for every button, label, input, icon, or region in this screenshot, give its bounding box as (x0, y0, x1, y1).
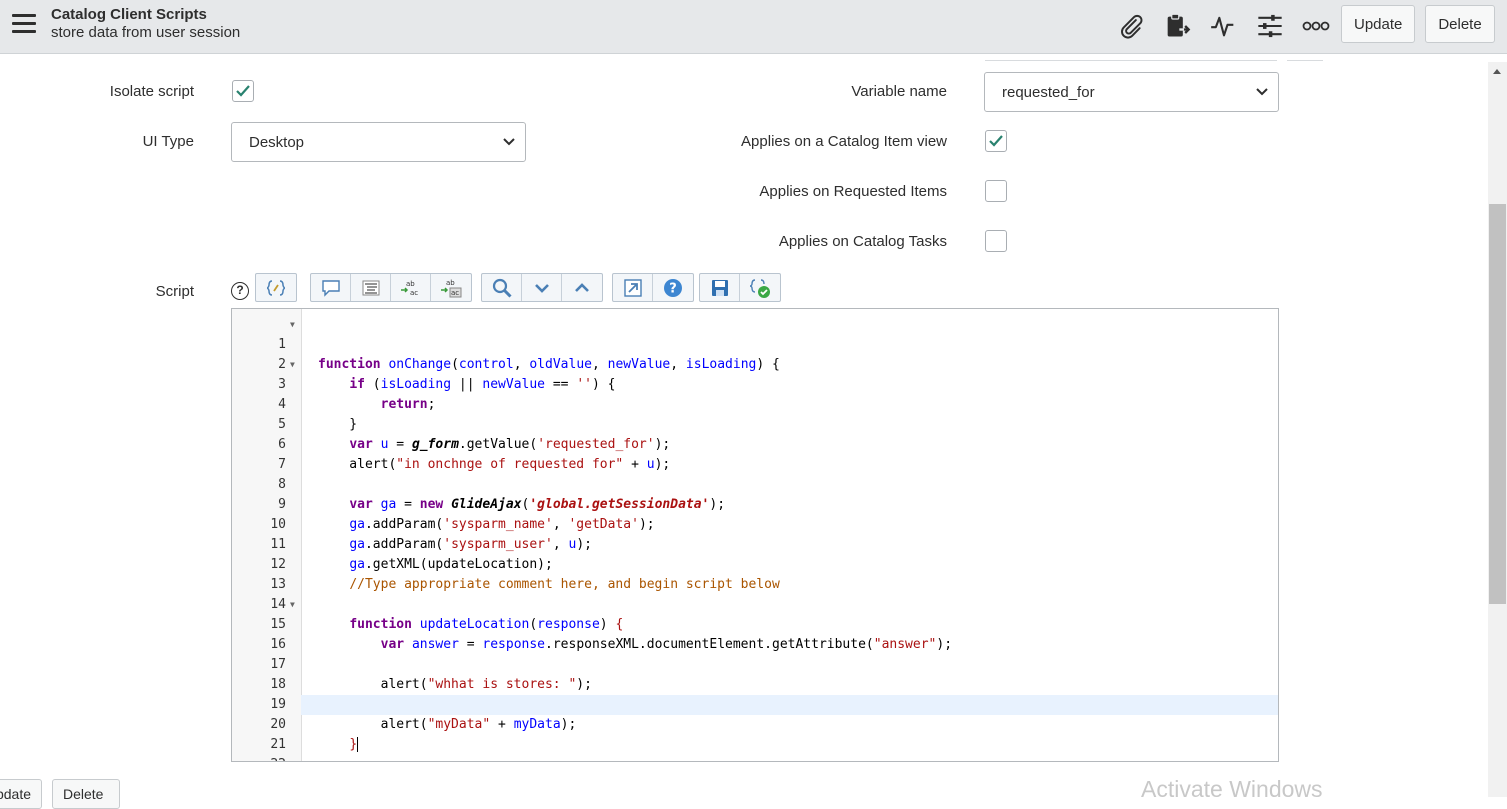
settings-sliders-icon[interactable] (1255, 11, 1285, 41)
code-line: 16 (232, 615, 1278, 652)
code-line: 6 alert("in onchnge of requested for" + … (232, 415, 1278, 472)
toolbar-group-view: ? (612, 273, 694, 302)
search-icon[interactable] (482, 274, 522, 301)
chevron-down-icon (503, 138, 515, 146)
code-line: 20 } (232, 695, 1278, 752)
svg-text:ac: ac (451, 289, 459, 297)
applies-requested-items-checkbox[interactable] (985, 180, 1007, 202)
form-header: Catalog Client Scripts store data from u… (0, 0, 1507, 54)
svg-text:?: ? (669, 281, 677, 296)
code-line: 21 (232, 715, 1278, 752)
variable-name-value: requested_for (1002, 84, 1095, 101)
code-line: 4 } (232, 375, 1278, 432)
help-icon[interactable]: ? (653, 274, 693, 301)
toolbar-group-syntax (255, 273, 297, 302)
code-line: 13 (232, 555, 1278, 592)
code-line: 7 (232, 435, 1278, 472)
code-line: 15 var answer = response.responseXML.doc… (232, 595, 1278, 652)
toolbar-group-save (699, 273, 781, 302)
script-editor[interactable]: 1 ▼ function onChange(control, oldValue, … (231, 308, 1279, 762)
replace-icon[interactable]: ab ac (391, 274, 431, 301)
clipboard-export-icon[interactable] (1162, 11, 1192, 41)
applies-catalog-tasks-checkbox[interactable] (985, 230, 1007, 252)
toolbar-group-search (481, 273, 603, 302)
activate-windows-watermark: Activate Windows (1141, 776, 1323, 802)
field-button-partial (1287, 60, 1323, 61)
chevron-down-icon (1256, 88, 1268, 96)
more-options-icon[interactable] (1301, 11, 1331, 41)
bottom-delete-button[interactable]: Delete (52, 779, 120, 809)
code-line: 5 var u = g_form.getValue('requested_for… (232, 395, 1278, 452)
toggle-syntax-icon[interactable] (256, 274, 296, 301)
field-border-partial (985, 60, 1277, 61)
svg-text:ab: ab (406, 280, 415, 288)
line-number: 22 (232, 755, 286, 761)
code-line: 1 ▼ function onChange(control, oldValue, … (232, 315, 1278, 372)
fullscreen-icon[interactable] (613, 274, 653, 301)
applies-catalog-item-label: Applies on a Catalog Item view (741, 133, 947, 150)
previous-icon[interactable] (562, 274, 602, 301)
comment-icon[interactable] (311, 274, 351, 301)
variable-name-select[interactable]: requested_for (984, 72, 1279, 112)
applies-requested-items-label: Applies on Requested Items (759, 183, 947, 200)
code-line: 11 ga.getXML(updateLocation); (232, 515, 1278, 572)
script-label: Script (155, 283, 194, 300)
ui-type-select[interactable]: Desktop (231, 122, 526, 162)
fold-marker-icon[interactable]: ▼ (290, 315, 295, 335)
svg-text:ab: ab (446, 279, 455, 287)
next-icon[interactable] (522, 274, 562, 301)
update-button[interactable]: Update (1341, 5, 1415, 43)
page-subtitle: store data from user session (51, 24, 241, 41)
svg-text:ac: ac (410, 289, 418, 297)
attachment-icon[interactable] (1116, 11, 1146, 41)
code-line: 12 //Type appropriate comment here, and … (232, 535, 1278, 592)
isolate-script-checkbox[interactable] (232, 80, 254, 102)
code-line: 22 } (232, 735, 1278, 761)
delete-button[interactable]: Delete (1425, 5, 1495, 43)
replace-all-icon[interactable]: ab ac (431, 274, 471, 301)
ui-type-label: UI Type (142, 133, 194, 150)
save-icon[interactable] (700, 274, 740, 301)
variable-name-label: Variable name (851, 83, 947, 100)
applies-catalog-tasks-label: Applies on Catalog Tasks (778, 233, 947, 250)
code-line: 19 alert("myData" + myData); (232, 675, 1278, 732)
applies-catalog-item-checkbox[interactable] (985, 130, 1007, 152)
code-line: 10 ga.addParam('sysparm_user', u); (232, 495, 1278, 552)
checkmark-icon (236, 85, 250, 97)
page-title: Catalog Client Scripts (51, 6, 207, 23)
toolbar-group-edit: ab ac ab ac (310, 273, 472, 302)
page-scrollbar-thumb[interactable] (1489, 204, 1506, 604)
ui-type-value: Desktop (249, 134, 305, 151)
checkmark-icon (989, 135, 1003, 147)
code-line: 3 return; (232, 355, 1278, 412)
bottom-update-button[interactable]: Update (0, 779, 42, 809)
code-line: 18 var myData = g_user.getClientData('my… (232, 655, 1278, 712)
code-line: 2 ▼ if (isLoading || newValue == '') { (232, 335, 1278, 392)
code-line: 17 alert("whhat is stores: "); (232, 635, 1278, 692)
code-line: 9 ga.addParam('sysparm_name', 'getData')… (232, 475, 1278, 532)
format-icon[interactable] (351, 274, 391, 301)
activity-icon[interactable] (1209, 11, 1239, 41)
help-icon[interactable]: ? (231, 282, 249, 300)
code-line: 14 ▼ function updateLocation(response) { (232, 575, 1278, 632)
isolate-script-label: Isolate script (109, 83, 194, 100)
hamburger-menu-icon[interactable] (12, 14, 36, 36)
scroll-up-icon[interactable] (1492, 67, 1502, 75)
code-line: 8 var ga = new GlideAjax('global.getSess… (232, 455, 1278, 512)
script-debugger-icon[interactable] (740, 274, 780, 301)
